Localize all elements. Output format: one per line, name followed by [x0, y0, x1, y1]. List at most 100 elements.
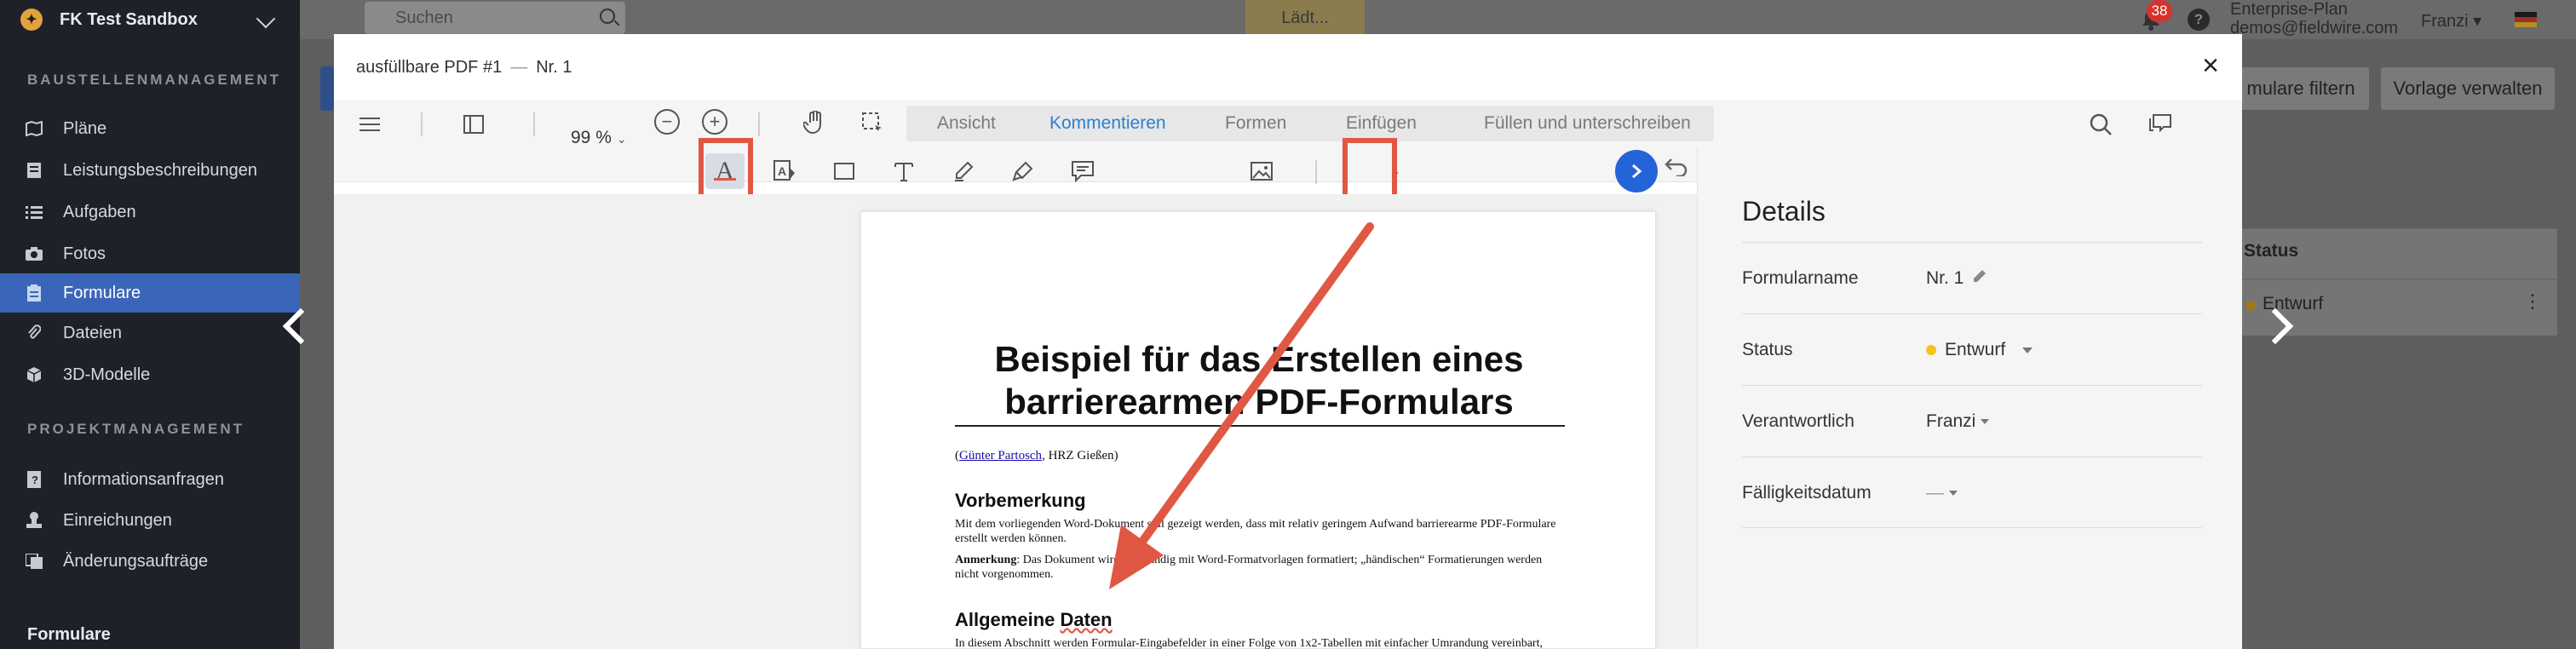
assignee-select[interactable]: Franzi [1926, 411, 1990, 432]
plan-info: Enterprise-Plan demos@fieldwire.com [2230, 0, 2398, 37]
sidebar-item-leistungsbeschreibungen[interactable]: Leistungsbeschreibungen [0, 151, 300, 190]
comment-tool[interactable] [1061, 148, 1104, 194]
pencil-icon[interactable] [1972, 268, 1987, 289]
detail-value-text: — [1926, 483, 1944, 503]
sidebar-item-label: Informationsanfragen [63, 469, 225, 489]
sidebar-item-informationsanfragen[interactable]: ? Informationsanfragen [0, 460, 300, 499]
cube-icon [26, 366, 43, 383]
help-icon[interactable]: ? [2188, 9, 2210, 31]
question-doc-icon: ? [26, 471, 43, 488]
clipboard-icon [26, 284, 43, 302]
notification-badge: 38 [2147, 0, 2172, 22]
stamp-icon [26, 512, 43, 529]
document-author: (Günter Partosch, HRZ Gießen) [955, 449, 1118, 463]
status-dot-icon [1926, 345, 1936, 355]
search-icon[interactable] [600, 9, 615, 24]
text-tool[interactable] [883, 148, 925, 194]
zoom-select[interactable]: 99 % ⌄ [571, 128, 627, 148]
change-icon [26, 553, 43, 570]
sidebar-item-plaene[interactable]: Pläne [0, 109, 300, 148]
tab-formen[interactable]: Formen [1225, 106, 1286, 141]
sidebar-item-fotos[interactable]: Fotos [0, 234, 300, 273]
document-title-line1: Beispiel für das Erstellen eines [994, 339, 1524, 379]
search-input[interactable]: Suchen [365, 2, 625, 34]
comments-panel-icon[interactable] [2145, 109, 2176, 140]
chevron-down-icon[interactable] [256, 9, 276, 29]
caret-down-icon [1981, 419, 1990, 424]
free-text-tool[interactable]: A [763, 148, 806, 194]
section-title-projektmanagement: PROJEKTMANAGEMENT [27, 421, 245, 437]
table-header-status: Status [2244, 241, 2299, 261]
list-icon [26, 204, 43, 221]
sidebar-item-label: Leistungsbeschreibungen [63, 160, 257, 180]
svg-text:?: ? [32, 474, 38, 486]
image-tool[interactable] [1240, 148, 1283, 194]
kebab-menu-icon[interactable]: ⋮ [2523, 290, 2542, 313]
highlight-box-tool-2 [1343, 138, 1397, 199]
sidebar-item-label: Änderungsaufträge [63, 551, 209, 571]
tab-kommentieren[interactable]: Kommentieren [1049, 106, 1166, 141]
highlighter-tool[interactable] [1002, 148, 1044, 194]
pan-hand-icon[interactable] [799, 107, 830, 138]
loading-indicator: Lädt... [1245, 0, 1365, 36]
plan-email: demos@fieldwire.com [2230, 19, 2399, 37]
detail-label: Fälligkeitsdatum [1742, 483, 1872, 503]
background-primary-button[interactable] [320, 66, 334, 111]
status-select[interactable]: Entwurf [1926, 340, 2033, 360]
sidebar-bottom-formulare[interactable]: Formulare [27, 625, 111, 645]
paragraph-anmerkung: Anmerkung: Das Dokument wird vollständig… [955, 553, 1565, 582]
sidebar-item-label: Pläne [63, 118, 107, 138]
tab-einfuegen[interactable]: Einfügen [1346, 106, 1417, 141]
user-menu[interactable]: Franzi ▾ [2421, 10, 2481, 32]
sidebar-item-dateien[interactable]: Dateien [0, 313, 300, 353]
caret-down-icon [2022, 347, 2033, 353]
map-icon [26, 120, 43, 137]
undo-icon[interactable] [1665, 155, 1688, 182]
due-date-select[interactable]: — [1926, 483, 1958, 503]
sidebar-item-formulare[interactable]: Formulare [0, 273, 300, 313]
org-logo-icon: ✦ [20, 9, 43, 31]
detail-label: Verantwortlich [1742, 411, 1854, 431]
mode-tabs: Ansicht Kommentieren Formen Einfügen Fül… [906, 106, 1714, 141]
detail-row-formularname: Formularname Nr. 1 [1742, 242, 2202, 313]
caret-down-icon [1949, 491, 1958, 496]
tab-fuellen-und-unterschreiben[interactable]: Füllen und unterschreiben [1484, 106, 1691, 141]
close-icon[interactable]: × [2196, 51, 2225, 82]
detail-value-text: Franzi [1926, 411, 1976, 431]
title-separator: — [510, 57, 528, 77]
manage-template-button[interactable]: Vorlage verwalten [2380, 66, 2556, 111]
details-panel: Details Formularname Nr. 1 Status Entwur… [1697, 148, 2242, 649]
detail-row-verantwortlich: Verantwortlich Franzi [1742, 385, 2202, 457]
sidebar-item-label: Formulare [63, 283, 141, 302]
author-link[interactable]: Günter Partosch [959, 449, 1042, 462]
more-tools-button[interactable] [1615, 150, 1658, 192]
toolbar-divider [533, 112, 535, 136]
filter-forms-button[interactable]: mulare filtern [2232, 66, 2370, 111]
org-switcher[interactable]: ✦ FK Test Sandbox [0, 0, 300, 39]
german-flag-icon[interactable] [2515, 12, 2537, 27]
zoom-out-icon[interactable]: − [654, 109, 680, 135]
sidebar-item-aenderungsauftraege[interactable]: Änderungsaufträge [0, 542, 300, 581]
search-icon[interactable] [2085, 109, 2116, 140]
detail-row-faelligkeitsdatum: Fälligkeitsdatum — [1742, 457, 2202, 528]
zoom-in-icon[interactable]: + [702, 109, 727, 135]
menu-icon[interactable] [354, 109, 385, 140]
toolbar-divider [421, 112, 423, 136]
chevron-down-icon: ⌄ [616, 132, 627, 146]
tab-ansicht[interactable]: Ansicht [937, 106, 996, 141]
detail-value-formularname[interactable]: Nr. 1 [1926, 268, 1987, 289]
status-dot-icon [2245, 301, 2256, 311]
sidebar-item-label: Fotos [63, 244, 106, 263]
heading-vorbemerkung: Vorbemerkung [955, 490, 1086, 511]
sidebar-item-3d-modelle[interactable]: 3D-Modelle [0, 355, 300, 394]
sidebar-item-aufgaben[interactable]: Aufgaben [0, 192, 300, 232]
detail-label: Status [1742, 340, 1793, 359]
pen-tool[interactable] [942, 148, 985, 194]
sidebar-item-label: Aufgaben [63, 202, 136, 221]
area-select-icon[interactable] [857, 107, 888, 138]
panel-toggle-icon[interactable] [458, 109, 489, 140]
zoom-value: 99 % [571, 128, 612, 147]
modal-subtitle: Nr. 1 [536, 57, 572, 77]
sidebar-item-einreichungen[interactable]: Einreichungen [0, 501, 300, 540]
rectangle-tool[interactable] [823, 148, 865, 194]
